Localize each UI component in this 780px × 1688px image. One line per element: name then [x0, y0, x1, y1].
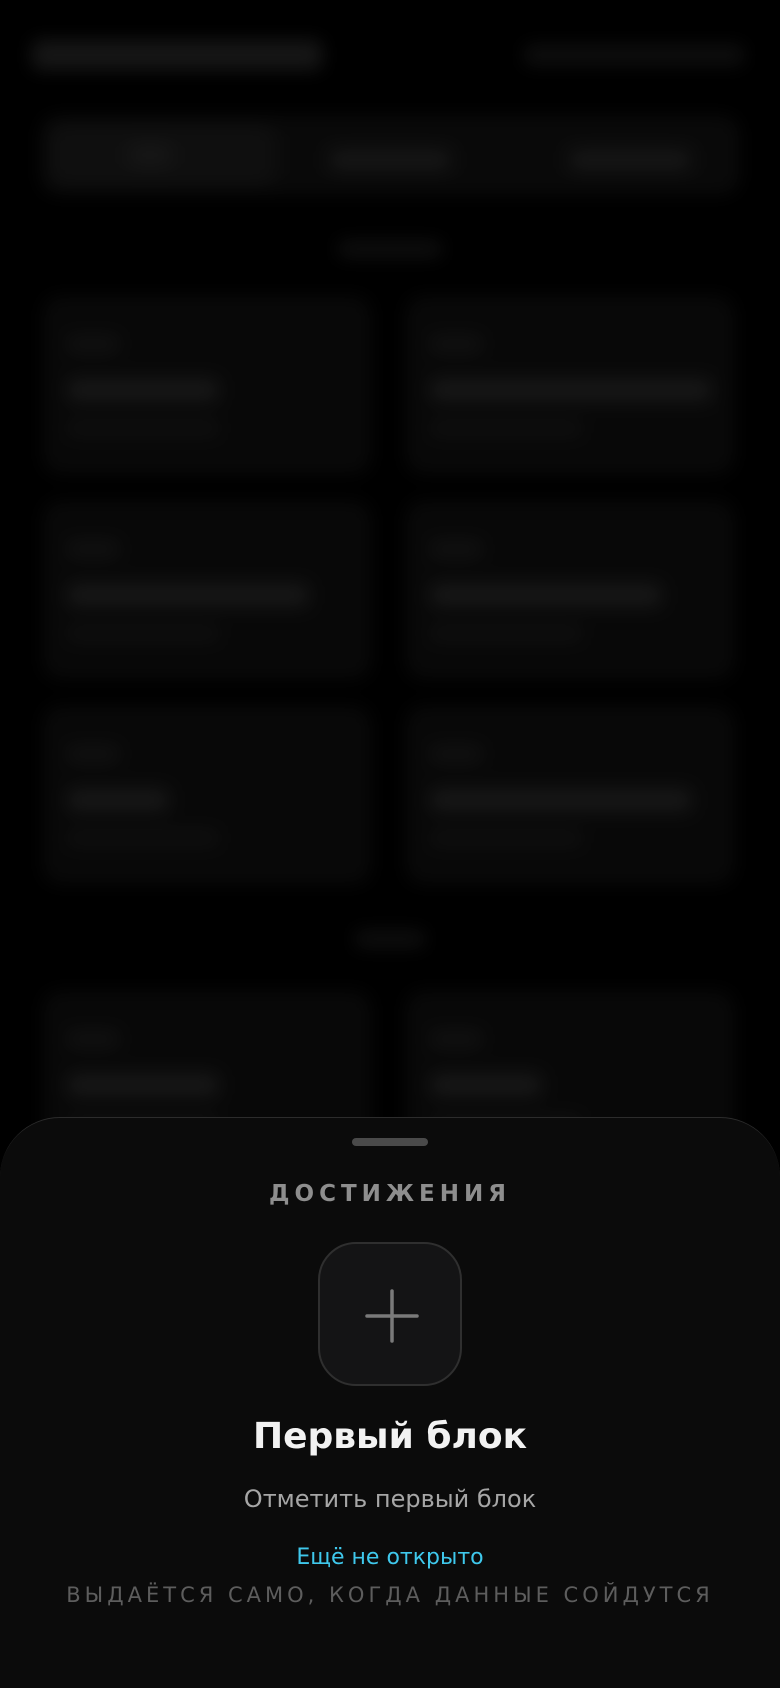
background-card [42, 500, 372, 680]
background-header-placeholder [524, 44, 744, 66]
achievement-title: Первый блок [252, 1416, 528, 1457]
sheet-grabber[interactable] [352, 1138, 428, 1146]
background-section-label [338, 240, 442, 258]
screen: ДОСТИЖЕНИЯ Первый блок Отметить первый б… [0, 0, 780, 1688]
blurred-background [0, 0, 780, 1200]
achievement-status: Ещё не открыто [296, 1545, 484, 1570]
achievement-description: Отметить первый блок [243, 1485, 537, 1513]
achievement-sheet: ДОСТИЖЕНИЯ Первый блок Отметить первый б… [0, 1117, 780, 1688]
sheet-header: ДОСТИЖЕНИЯ [269, 1181, 511, 1207]
background-segment-label [570, 150, 690, 170]
background-card [405, 500, 735, 680]
achievement-hint: ВЫДАЁТСЯ САМО, КОГДА ДАННЫЕ СОЙДУТСЯ [66, 1583, 714, 1607]
background-card [42, 705, 372, 885]
background-card [42, 295, 372, 475]
background-section-label [355, 930, 425, 948]
plus-icon [365, 1289, 419, 1343]
background-segment-label [330, 150, 450, 170]
background-card [405, 295, 735, 475]
background-title-placeholder [32, 40, 322, 70]
background-segment-label [130, 145, 170, 165]
background-card [405, 705, 735, 885]
achievement-icon-tile [318, 1242, 462, 1386]
